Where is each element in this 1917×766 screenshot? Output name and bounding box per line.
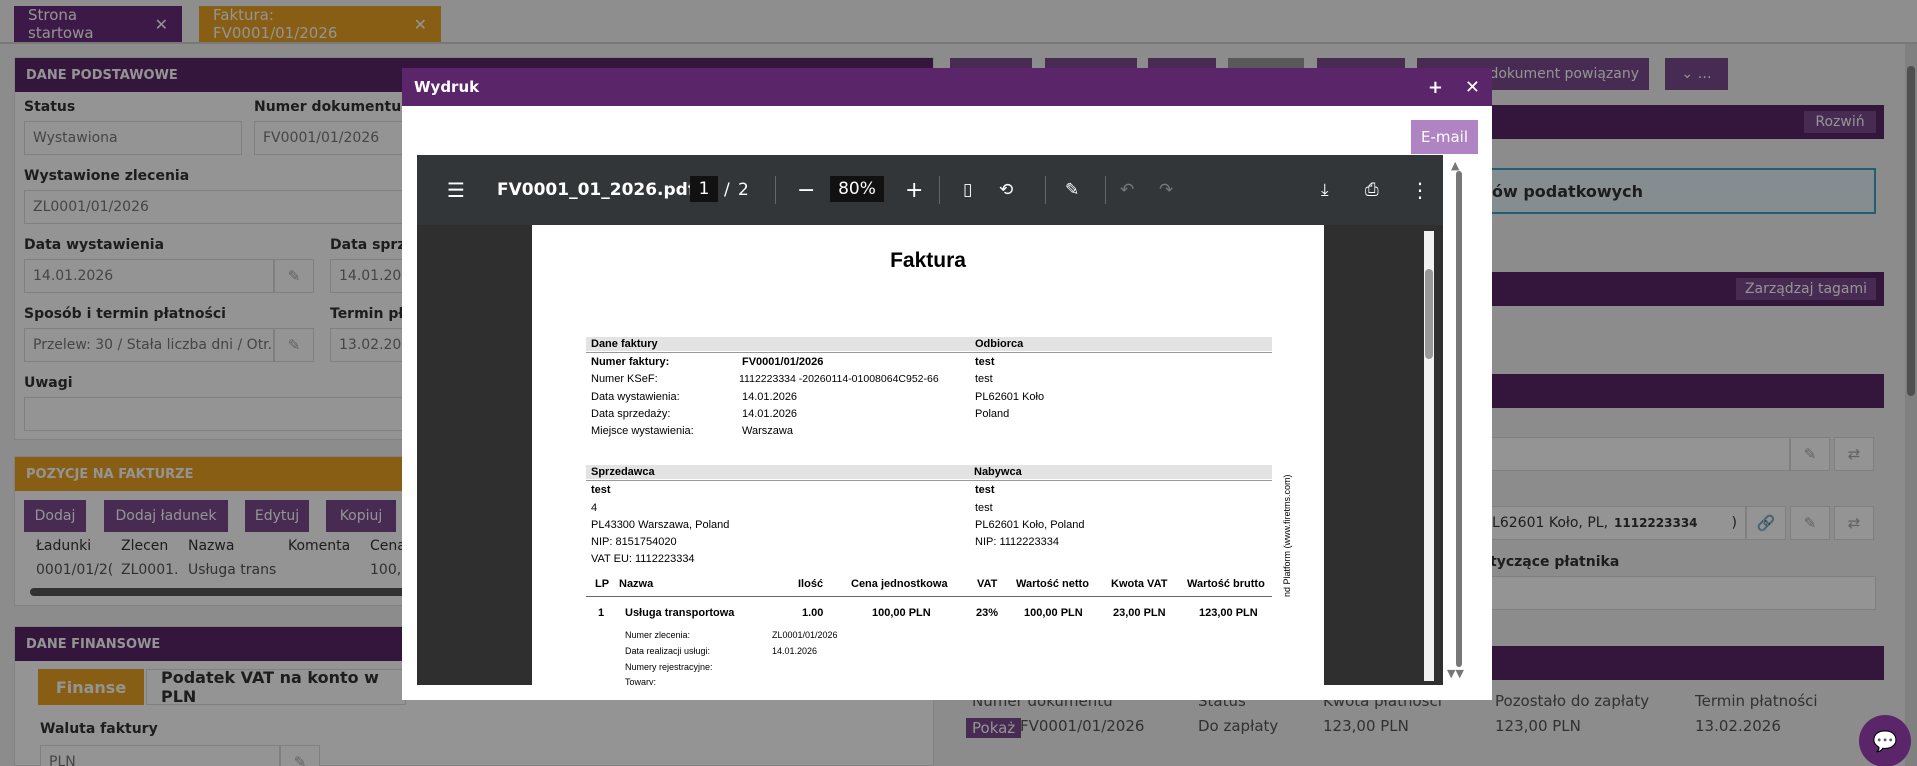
pdf-value: test xyxy=(975,502,993,514)
pdf-heading: Dane faktury xyxy=(591,338,658,350)
pdf-value: PL62601 Koło, Poland xyxy=(975,519,1085,531)
close-icon[interactable]: ✕ xyxy=(1465,77,1480,98)
pdf-label: Miejsce wystawienia: xyxy=(591,425,694,437)
pdf-value: Poland xyxy=(975,408,1010,420)
scroll-thumb[interactable] xyxy=(1456,171,1462,667)
pdf-value: test xyxy=(591,484,611,496)
menu-icon[interactable]: ☰ xyxy=(447,178,465,202)
pdf-label: Numer faktury: xyxy=(591,356,670,368)
fit-page-icon[interactable]: ▯ xyxy=(963,180,972,200)
dialog-scrollbar[interactable]: ▲ ▼▼ xyxy=(1443,155,1477,685)
pdf-label: Numer zlecenia: xyxy=(625,630,691,640)
pdf-page: Faktura Dane faktury Odbiorca Numer fakt… xyxy=(532,225,1324,685)
redo-icon[interactable]: ↷ xyxy=(1159,180,1173,200)
pdf-value: test xyxy=(975,356,995,368)
divider xyxy=(586,596,1272,597)
pdf-value: NIP: 8151754020 xyxy=(591,536,677,548)
plus-icon[interactable]: + xyxy=(1428,77,1443,98)
scroll-down-icon[interactable]: ▼▼ xyxy=(1447,667,1464,680)
zoom-out-icon[interactable]: − xyxy=(797,178,815,203)
pdf-cell: 23% xyxy=(976,607,999,619)
pdf-label: Numery rejestracyjne: xyxy=(625,662,713,672)
pdf-value: 14.01.2026 xyxy=(742,408,798,420)
pdf-label: Towary: xyxy=(625,677,657,685)
pdf-label: Data sprzedaży: xyxy=(591,408,671,420)
pdf-viewer: ☰ FV0001_01_2026.pdf 1 / 2 − 80% + ▯ ⟲ ✎… xyxy=(417,155,1443,685)
pdf-column: Wartość brutto xyxy=(1187,578,1265,590)
undo-icon[interactable]: ↶ xyxy=(1120,180,1134,200)
page-count: 2 xyxy=(738,180,749,200)
dialog-title: Wydruk xyxy=(414,78,480,96)
pdf-toolbar: ☰ FV0001_01_2026.pdf 1 / 2 − 80% + ▯ ⟲ ✎… xyxy=(417,155,1443,225)
pdf-footer-vertical: nd Platform (www.firetms.com) xyxy=(1282,474,1292,597)
section-bar xyxy=(586,465,1272,479)
pdf-cell: 1 xyxy=(598,607,605,619)
more-options-icon[interactable]: ⋮ xyxy=(1410,178,1430,202)
page-separator: / xyxy=(724,180,730,200)
pdf-column: Nazwa xyxy=(619,578,654,590)
zoom-in-icon[interactable]: + xyxy=(905,178,923,203)
pdf-value: Warszawa xyxy=(742,425,793,437)
pdf-column: Ilość xyxy=(798,578,824,590)
pdf-value: PL43300 Warszawa, Poland xyxy=(591,519,730,531)
download-icon[interactable]: ⤓ xyxy=(1321,180,1329,200)
pdf-label: Data wystawienia: xyxy=(591,391,680,403)
pdf-cell: Usługa transportowa xyxy=(625,607,735,619)
dialog-header: Wydruk + ✕ xyxy=(402,68,1492,106)
pdf-title: Faktura xyxy=(890,249,966,272)
pdf-column: LP xyxy=(595,578,610,590)
viewer-scrollbar[interactable] xyxy=(1424,231,1434,681)
pdf-column: Kwota VAT xyxy=(1111,578,1168,590)
pdf-value: NIP: 1112223334 xyxy=(975,536,1059,548)
pdf-value: 14.01.2026 xyxy=(742,391,798,403)
pdf-value: test xyxy=(975,484,995,496)
divider xyxy=(1105,176,1106,204)
pdf-value: VAT EU: 1112223334 xyxy=(591,553,695,565)
pdf-value: 4 xyxy=(591,502,598,514)
pdf-heading: Odbiorca xyxy=(975,338,1024,350)
divider xyxy=(586,352,1272,353)
pdf-cell: 23,00 PLN xyxy=(1113,607,1166,619)
pdf-cell: 1.00 xyxy=(802,607,824,619)
pdf-value: FV0001/01/2026 xyxy=(742,356,824,368)
pdf-heading: Sprzedawca xyxy=(591,466,655,478)
pdf-value: PL62601 Koło xyxy=(975,391,1045,403)
annotate-icon[interactable]: ✎ xyxy=(1065,180,1079,200)
pdf-cell: 100,00 PLN xyxy=(872,607,931,619)
pdf-value: ZL0001/01/2026 xyxy=(772,630,838,640)
pdf-column: Cena jednostkowa xyxy=(851,578,948,590)
print-dialog: Wydruk + ✕ E-mail ☰ FV0001_01_2026.pdf 1… xyxy=(402,68,1492,700)
chat-icon[interactable]: 💬 xyxy=(1859,715,1911,766)
viewer-gutter xyxy=(417,225,532,685)
pdf-label: Data realizacji usługi: xyxy=(625,646,711,656)
pdf-label: Numer KSeF: xyxy=(591,373,658,385)
divider xyxy=(939,176,940,204)
pdf-cell: 100,00 PLN xyxy=(1024,607,1083,619)
divider xyxy=(586,480,1272,481)
zoom-input[interactable]: 80% xyxy=(830,176,884,202)
pdf-value: 1112223334 -20260114-01008064C952-66 xyxy=(739,373,939,385)
rotate-icon[interactable]: ⟲ xyxy=(999,180,1013,200)
pdf-cell: 123,00 PLN xyxy=(1199,607,1258,619)
divider xyxy=(1045,176,1046,204)
section-bar xyxy=(586,337,1272,351)
pdf-value: 14.01.2026 xyxy=(772,646,818,656)
page-input[interactable]: 1 xyxy=(690,176,718,202)
pdf-value: test xyxy=(975,373,993,385)
divider xyxy=(775,176,776,204)
pdf-column: VAT xyxy=(977,578,998,590)
email-button[interactable]: E-mail xyxy=(1410,120,1478,154)
pdf-filename: FV0001_01_2026.pdf xyxy=(497,180,696,200)
pdf-heading: Nabywca xyxy=(974,466,1022,478)
print-icon[interactable]: ⎙ xyxy=(1365,180,1379,200)
pdf-column: Wartość netto xyxy=(1016,578,1089,590)
